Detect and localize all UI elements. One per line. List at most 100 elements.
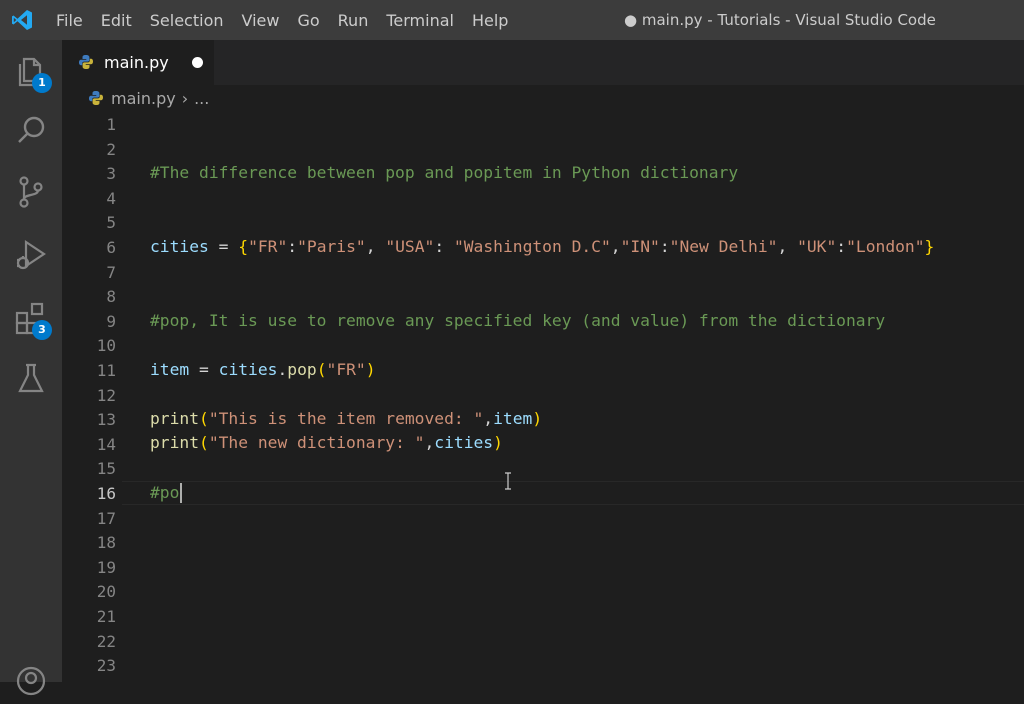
line-number: 20 <box>96 582 116 602</box>
punct-token: , <box>365 237 386 256</box>
line-number: 8 <box>106 287 116 307</box>
unsaved-dot-icon[interactable] <box>192 57 203 68</box>
punct-token: : <box>836 237 847 256</box>
extensions-badge: 3 <box>32 320 52 340</box>
breadcrumb: main.py ›... <box>88 86 209 112</box>
ibeam-cursor-icon <box>505 472 511 490</box>
menu-terminal[interactable]: Terminal <box>386 11 454 30</box>
line-number: 14 <box>96 434 116 454</box>
line-number: 16 <box>96 484 116 503</box>
menu-bar: File Edit Selection View Go Run Terminal… <box>56 0 526 40</box>
punct-token: , <box>610 237 621 256</box>
code-line-16[interactable]: #po <box>150 481 179 505</box>
account-icon <box>16 666 46 696</box>
breadcrumb-symbols[interactable]: ... <box>194 89 209 108</box>
menu-selection[interactable]: Selection <box>150 11 224 30</box>
chevron-right-icon: › <box>181 89 189 108</box>
function-token: print <box>150 409 200 428</box>
operator-token: = <box>189 360 219 379</box>
comment: #The difference between pop and popitem … <box>150 163 739 182</box>
python-icon <box>89 91 103 105</box>
string-token: "Paris" <box>297 237 366 256</box>
tab-bar: main.py <box>62 40 1024 85</box>
line-number: 12 <box>96 385 116 405</box>
string-token: "The new dictionary: " <box>208 433 425 452</box>
line-number: 5 <box>106 213 116 233</box>
search-button[interactable] <box>12 112 50 150</box>
operator-token: = <box>208 237 239 256</box>
string-token: "USA" <box>385 237 435 256</box>
line-number: 2 <box>106 139 116 159</box>
tab-main-py[interactable]: main.py <box>62 40 214 85</box>
testing-button[interactable] <box>12 360 50 398</box>
line-number: 4 <box>106 188 116 208</box>
punct-token: : <box>287 237 298 256</box>
bracket-token: ( <box>316 360 327 379</box>
menu-edit[interactable]: Edit <box>101 11 132 30</box>
punct-token: . <box>277 360 288 379</box>
vscode-logo-icon[interactable] <box>10 8 34 32</box>
line-number: 15 <box>96 459 116 479</box>
string-token: "London" <box>846 237 925 256</box>
line-number: 18 <box>96 533 116 553</box>
line-number: 17 <box>96 508 116 528</box>
run-debug-icon <box>16 239 46 270</box>
text-cursor <box>180 483 182 503</box>
line-number: 3 <box>106 164 116 184</box>
extensions-button[interactable]: 3 <box>12 300 52 340</box>
activity-bar: 1 3 <box>0 40 62 696</box>
source-control-icon <box>19 176 43 208</box>
search-icon <box>18 116 45 143</box>
function-token: pop <box>287 360 317 379</box>
code-line-3[interactable]: #The difference between pop and popitem … <box>150 161 738 185</box>
menu-run[interactable]: Run <box>338 11 369 30</box>
bracket-token: ( <box>199 433 209 452</box>
code-line-6[interactable]: cities = {"FR":"Paris", "USA": "Washingt… <box>150 235 934 259</box>
punct-token: , <box>424 433 435 452</box>
code-line-11[interactable]: item = cities.pop("FR") <box>150 358 376 382</box>
bracket-token: ) <box>493 433 503 452</box>
comment: #po <box>150 483 180 502</box>
breadcrumb-file[interactable]: main.py <box>111 89 176 108</box>
punct-token: , <box>483 409 494 428</box>
line-number: 9 <box>106 311 116 331</box>
line-number: 11 <box>96 361 116 380</box>
comment: #pop, It is use to remove any specified … <box>150 311 886 330</box>
menu-go[interactable]: Go <box>297 11 319 30</box>
punct-token: , <box>777 237 798 256</box>
string-token: "IN" <box>620 237 660 256</box>
line-number: 13 <box>96 410 116 430</box>
punct-token: : <box>659 237 670 256</box>
code-line-9[interactable]: #pop, It is use to remove any specified … <box>150 309 885 333</box>
line-number: 23 <box>96 656 116 676</box>
string-token: "FR" <box>248 237 288 256</box>
python-icon <box>79 55 93 69</box>
accounts-button[interactable] <box>12 662 50 700</box>
variable-token: cities <box>218 360 278 379</box>
string-token: "New Delhi" <box>669 237 778 256</box>
line-number: 7 <box>106 262 116 282</box>
run-debug-button[interactable] <box>12 236 50 274</box>
bracket-token: { <box>238 237 249 256</box>
code-line-14[interactable]: print("The new dictionary: ",cities) <box>150 431 503 455</box>
code-line-13[interactable]: print("This is the item removed: ",item) <box>150 407 542 431</box>
function-token: print <box>150 433 200 452</box>
title-bar: File Edit Selection View Go Run Terminal… <box>0 0 1024 40</box>
string-token: "UK" <box>797 237 837 256</box>
line-number: 21 <box>96 607 116 626</box>
line-number: 1 <box>106 115 116 134</box>
source-control-button[interactable] <box>12 173 50 211</box>
flask-icon <box>18 363 44 393</box>
window-title: ● main.py - Tutorials - Visual Studio Co… <box>624 11 936 29</box>
bracket-token: ) <box>532 409 543 428</box>
explorer-button[interactable]: 1 <box>12 53 52 93</box>
explorer-badge: 1 <box>32 73 52 93</box>
variable-token: cities <box>434 433 494 452</box>
current-line-highlight <box>122 481 1024 505</box>
variable-token: item <box>493 409 533 428</box>
menu-view[interactable]: View <box>242 11 280 30</box>
menu-file[interactable]: File <box>56 11 83 30</box>
menu-help[interactable]: Help <box>472 11 508 30</box>
punct-token: : <box>434 237 454 256</box>
line-number: 19 <box>96 557 116 577</box>
